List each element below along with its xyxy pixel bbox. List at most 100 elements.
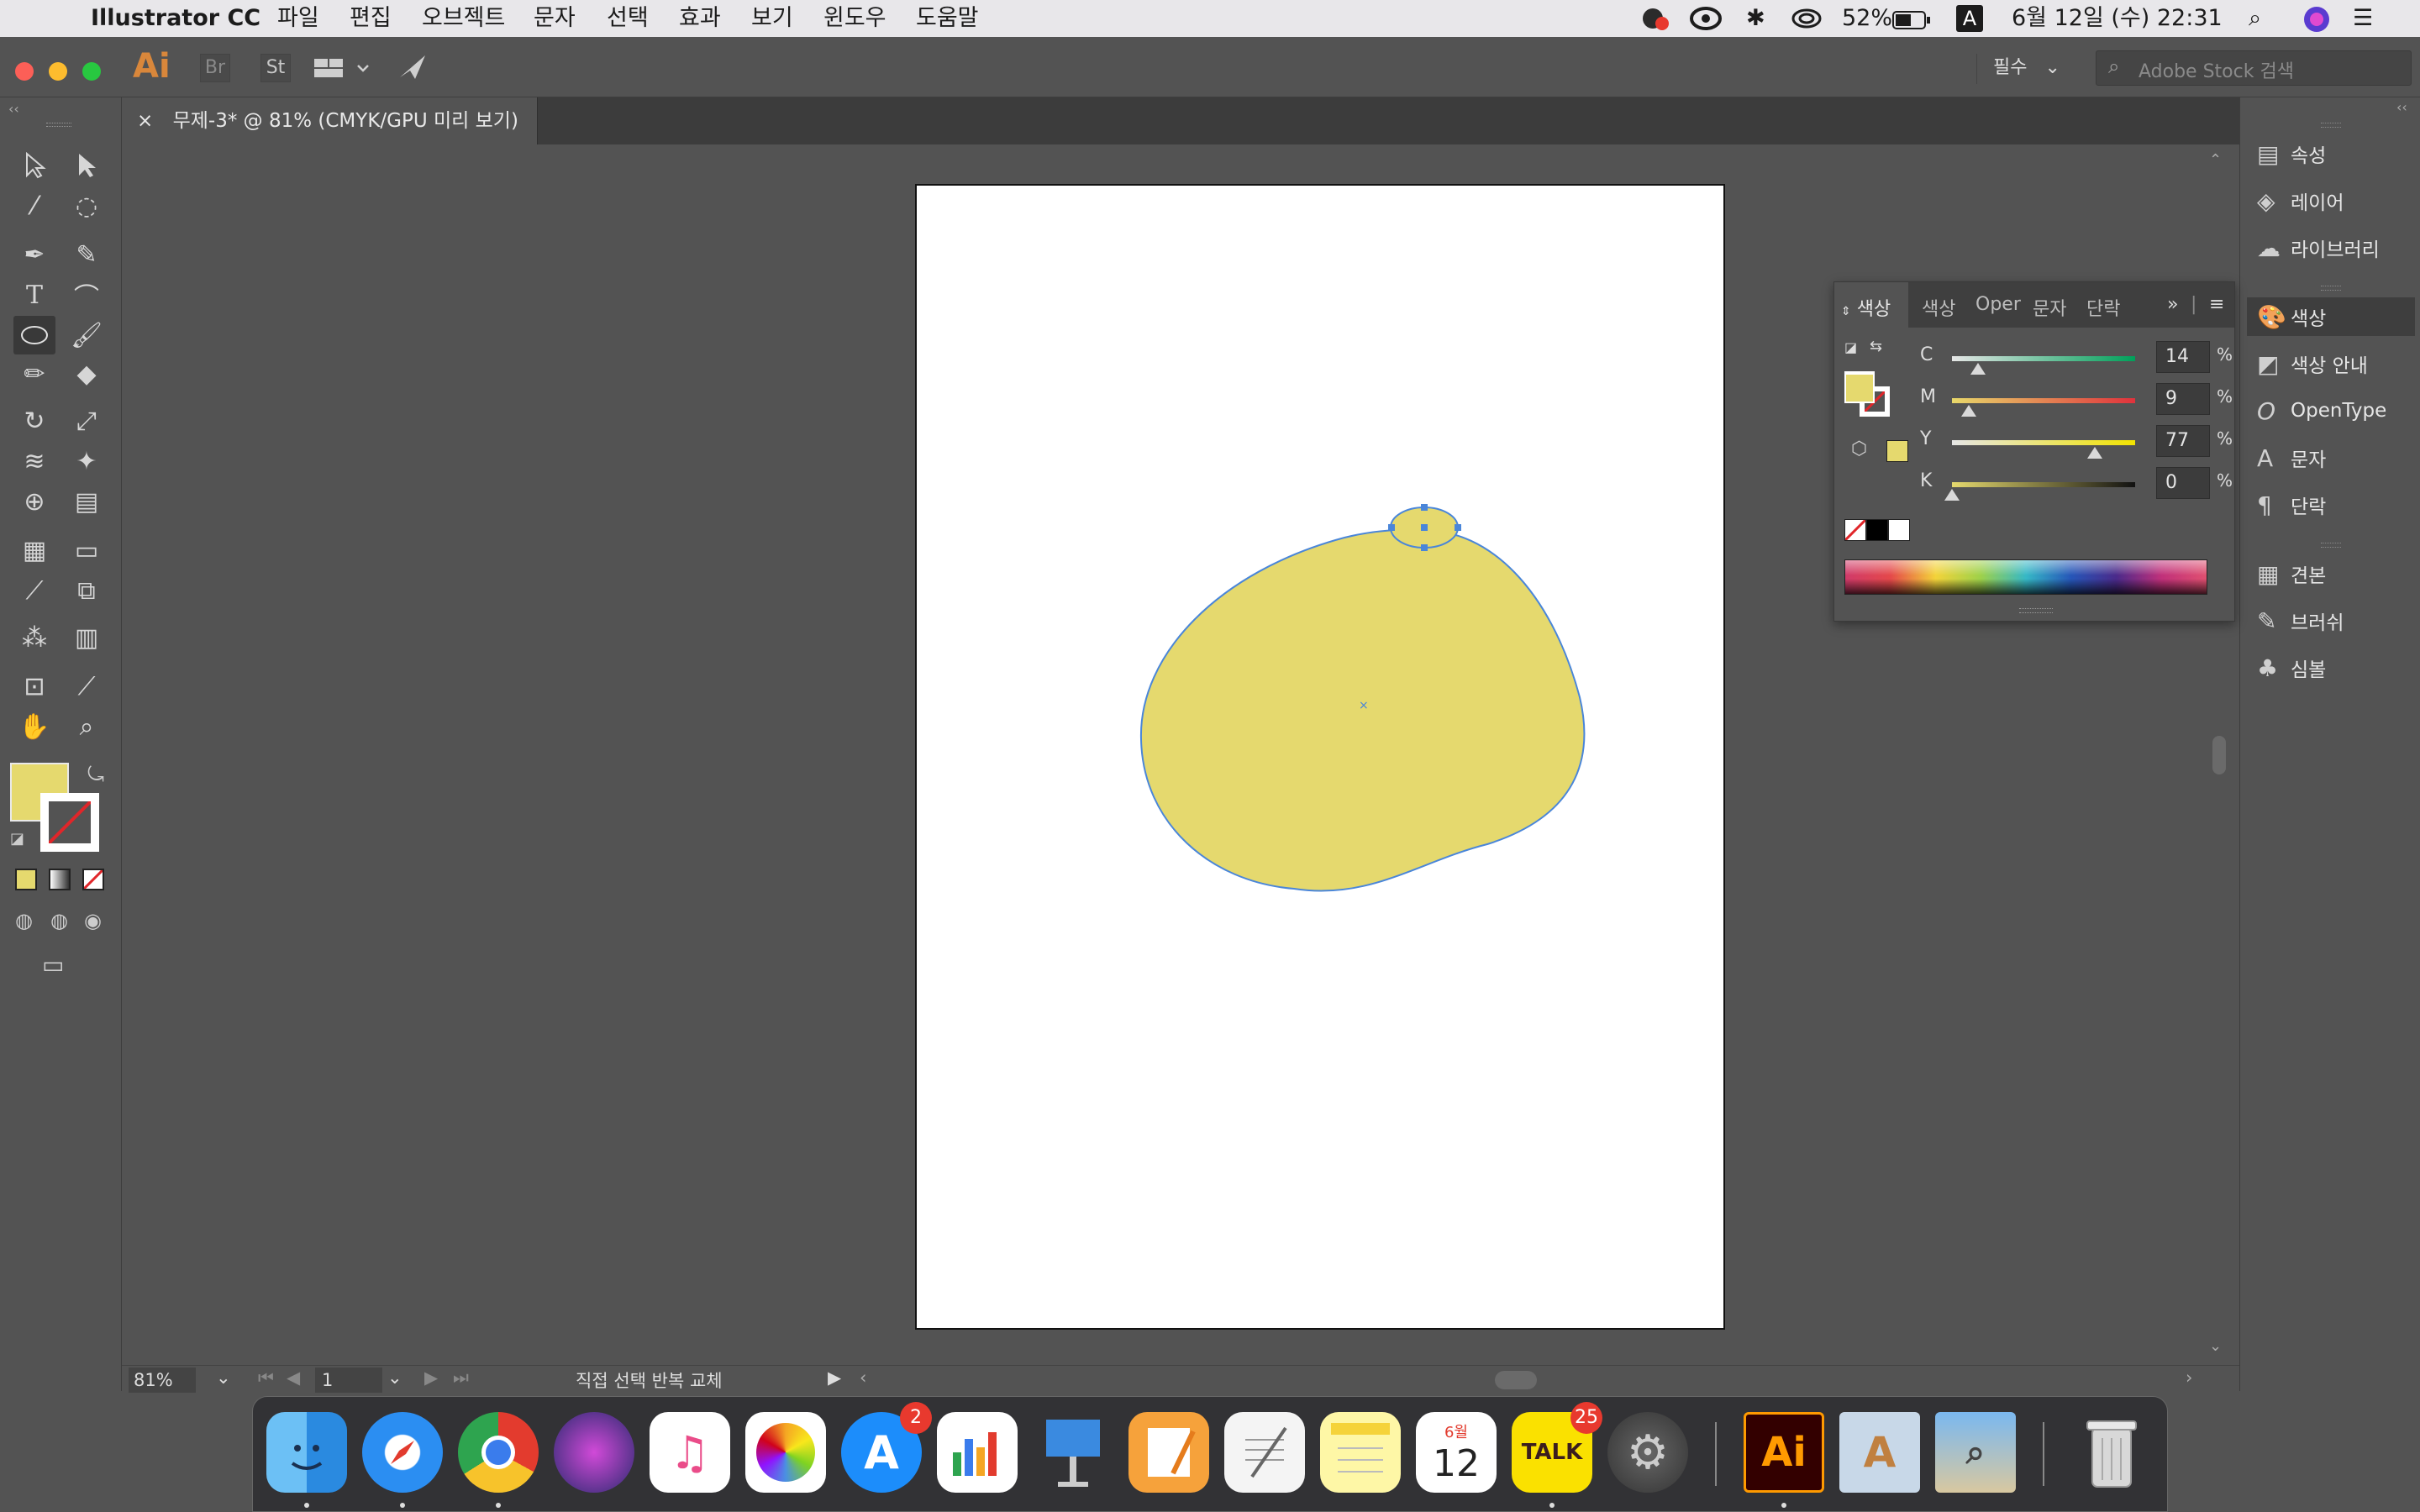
perspective-grid-tool-icon[interactable]: ▤ (66, 482, 108, 521)
bluetooth-icon[interactable]: ✱ (1746, 3, 1765, 34)
selected-shapes[interactable]: × (1092, 470, 1630, 907)
finder-dock-icon[interactable] (266, 1412, 347, 1493)
applications-folder-dock-icon[interactable]: A (1839, 1412, 1920, 1493)
anchor-point[interactable] (1421, 524, 1428, 531)
calendar-dock-icon[interactable]: 6월 12 (1416, 1412, 1497, 1493)
panel-group-grip[interactable] (2321, 123, 2341, 128)
tab-color[interactable]: ⇕ 색상 (1834, 282, 1908, 328)
yellow-slider-thumb[interactable] (2087, 447, 2102, 459)
document-tab[interactable]: × 무제-3* @ 81% (CMYK/GPU 미리 보기) (122, 97, 538, 144)
swatches-panel-button[interactable]: ▦ 견본 (2257, 554, 2417, 593)
none-mode-icon[interactable] (82, 869, 104, 890)
panel-group-grip[interactable] (2321, 286, 2341, 291)
stroke-color-swatch[interactable] (40, 793, 99, 852)
symbol-sprayer-tool-icon[interactable]: ⁂ (13, 618, 55, 657)
cyan-slider-thumb[interactable] (1970, 363, 1986, 375)
close-window-button[interactable] (15, 62, 34, 81)
first-artboard-icon[interactable]: ⏮ (258, 1368, 274, 1389)
magenta-slider-thumb[interactable] (1961, 405, 1976, 417)
zoom-level-field[interactable]: 81% (129, 1368, 196, 1393)
hand-tool-icon[interactable]: ✋ (13, 707, 55, 746)
panel-menu-icon[interactable]: ≡ (2209, 294, 2224, 315)
gradient-tool-icon[interactable]: ▭ (66, 531, 108, 570)
numbers-dock-icon[interactable] (937, 1412, 1018, 1493)
eyedropper-tool-icon[interactable]: ⟋ (13, 571, 55, 610)
chrome-dock-icon[interactable] (458, 1412, 539, 1493)
selection-tool-icon[interactable] (13, 146, 55, 185)
blend-tool-icon[interactable]: ⧉ (66, 571, 108, 610)
color-spectrum[interactable] (1844, 559, 2207, 595)
white-swatch[interactable] (1888, 519, 1910, 541)
more-tabs-icon[interactable]: » (2167, 294, 2178, 315)
color-mode-icon[interactable] (15, 869, 37, 890)
rotate-tool-icon[interactable]: ↻ (13, 402, 55, 440)
workspace-switcher[interactable]: 필수 ⌄ (1993, 54, 2060, 82)
artboard-dropdown-icon[interactable]: ⌄ (387, 1368, 402, 1388)
panel-fill-swatch-front[interactable] (1844, 373, 1875, 403)
kakaotalk-dock-icon[interactable]: TALK 25 (1512, 1402, 1602, 1493)
creative-cloud-icon[interactable] (1689, 5, 1723, 40)
previous-artboard-icon[interactable]: ◀ (287, 1368, 300, 1388)
magenta-value-field[interactable]: 9 (2156, 383, 2210, 415)
pen-tool-icon[interactable]: ✒ (13, 235, 55, 274)
curvature-tool-icon[interactable]: ✎ (66, 235, 108, 274)
input-source-indicator[interactable]: A (1956, 5, 1983, 32)
panel-group-grip[interactable] (2321, 543, 2341, 548)
safari-dock-icon[interactable] (362, 1412, 443, 1493)
scale-tool-icon[interactable]: ⤢ (66, 402, 108, 440)
menu-app-name[interactable]: Illustrator CC (91, 3, 260, 34)
black-slider[interactable] (1952, 482, 2135, 487)
status-text[interactable]: 직접 선택 반복 교체 (576, 1368, 723, 1393)
menu-edit[interactable]: 편집 (350, 3, 392, 34)
scroll-up-icon[interactable]: ⌃ (2209, 151, 2222, 169)
layers-panel-button[interactable]: ◈ 레이어 (2257, 181, 2417, 220)
stock-button[interactable]: St (260, 54, 291, 82)
zoom-window-button[interactable] (82, 62, 101, 81)
scroll-left-icon[interactable]: ‹ (860, 1368, 866, 1388)
paragraph-panel-button[interactable]: ¶ 단락 (2257, 486, 2417, 524)
warp-tool-icon[interactable]: ≋ (13, 442, 55, 480)
gamut-color-swatch[interactable] (1886, 440, 1908, 462)
last-artboard-icon[interactable]: ⏭ (453, 1368, 469, 1389)
scroll-down-icon[interactable]: ⌄ (2209, 1337, 2222, 1355)
draw-normal-icon[interactable]: ◍ (15, 909, 33, 932)
direct-selection-tool-icon[interactable] (66, 146, 108, 185)
arrange-documents-icon[interactable] (313, 54, 380, 86)
minimize-window-button[interactable] (49, 62, 67, 81)
arc-tool-icon[interactable]: ⌒ (66, 276, 108, 314)
sync-status-icon[interactable] (1790, 5, 1823, 40)
draw-behind-icon[interactable]: ◍ (50, 909, 68, 932)
swap-colors-icon[interactable]: ⇆ (1870, 338, 1882, 355)
brushes-panel-button[interactable]: ✎ 브러쉬 (2257, 601, 2417, 640)
notification-center-icon[interactable]: ☰ (2353, 3, 2373, 34)
anchor-point[interactable] (1421, 504, 1428, 511)
pencil-tool-icon[interactable]: ✏ (13, 354, 55, 393)
none-swatch[interactable] (1844, 519, 1866, 541)
mesh-tool-icon[interactable]: ▦ (13, 531, 55, 570)
anchor-point[interactable] (1421, 544, 1428, 551)
zoom-dropdown-icon[interactable]: ⌄ (216, 1368, 231, 1388)
anchor-point[interactable] (1388, 524, 1395, 531)
lasso-tool-icon[interactable]: ◌ (66, 186, 108, 225)
zoom-tool-icon[interactable]: ⌕ (66, 707, 108, 746)
magic-wand-tool-icon[interactable]: ⁄ (13, 186, 55, 225)
next-artboard-icon[interactable]: ▶ (424, 1368, 438, 1388)
black-value-field[interactable]: 0 (2156, 467, 2210, 499)
gradient-mode-icon[interactable] (49, 869, 71, 890)
tab-color-2[interactable]: 색상 (1922, 294, 1955, 321)
draw-inside-icon[interactable]: ◉ (84, 909, 102, 932)
swap-fill-stroke-icon[interactable]: ⤿ (87, 763, 104, 786)
default-fill-stroke-icon[interactable]: ◪ (10, 830, 24, 848)
spotlight-search-icon[interactable]: ⌕ (2249, 3, 2261, 34)
symbols-panel-button[interactable]: ♣ 심볼 (2257, 648, 2417, 687)
horizontal-scrollbar-thumb[interactable] (1495, 1371, 1537, 1389)
menu-object[interactable]: 오브젝트 (422, 3, 505, 34)
type-tool-icon[interactable]: T (13, 276, 55, 314)
menu-select[interactable]: 선택 (607, 3, 649, 34)
yellow-slider[interactable] (1952, 440, 2135, 445)
textedit-dock-icon[interactable] (1224, 1412, 1305, 1493)
black-slider-thumb[interactable] (1944, 489, 1960, 501)
tab-opentype[interactable]: Oper (1975, 294, 2021, 315)
anchor-point[interactable] (1455, 524, 1461, 531)
eraser-tool-icon[interactable]: ◆ (66, 354, 108, 393)
